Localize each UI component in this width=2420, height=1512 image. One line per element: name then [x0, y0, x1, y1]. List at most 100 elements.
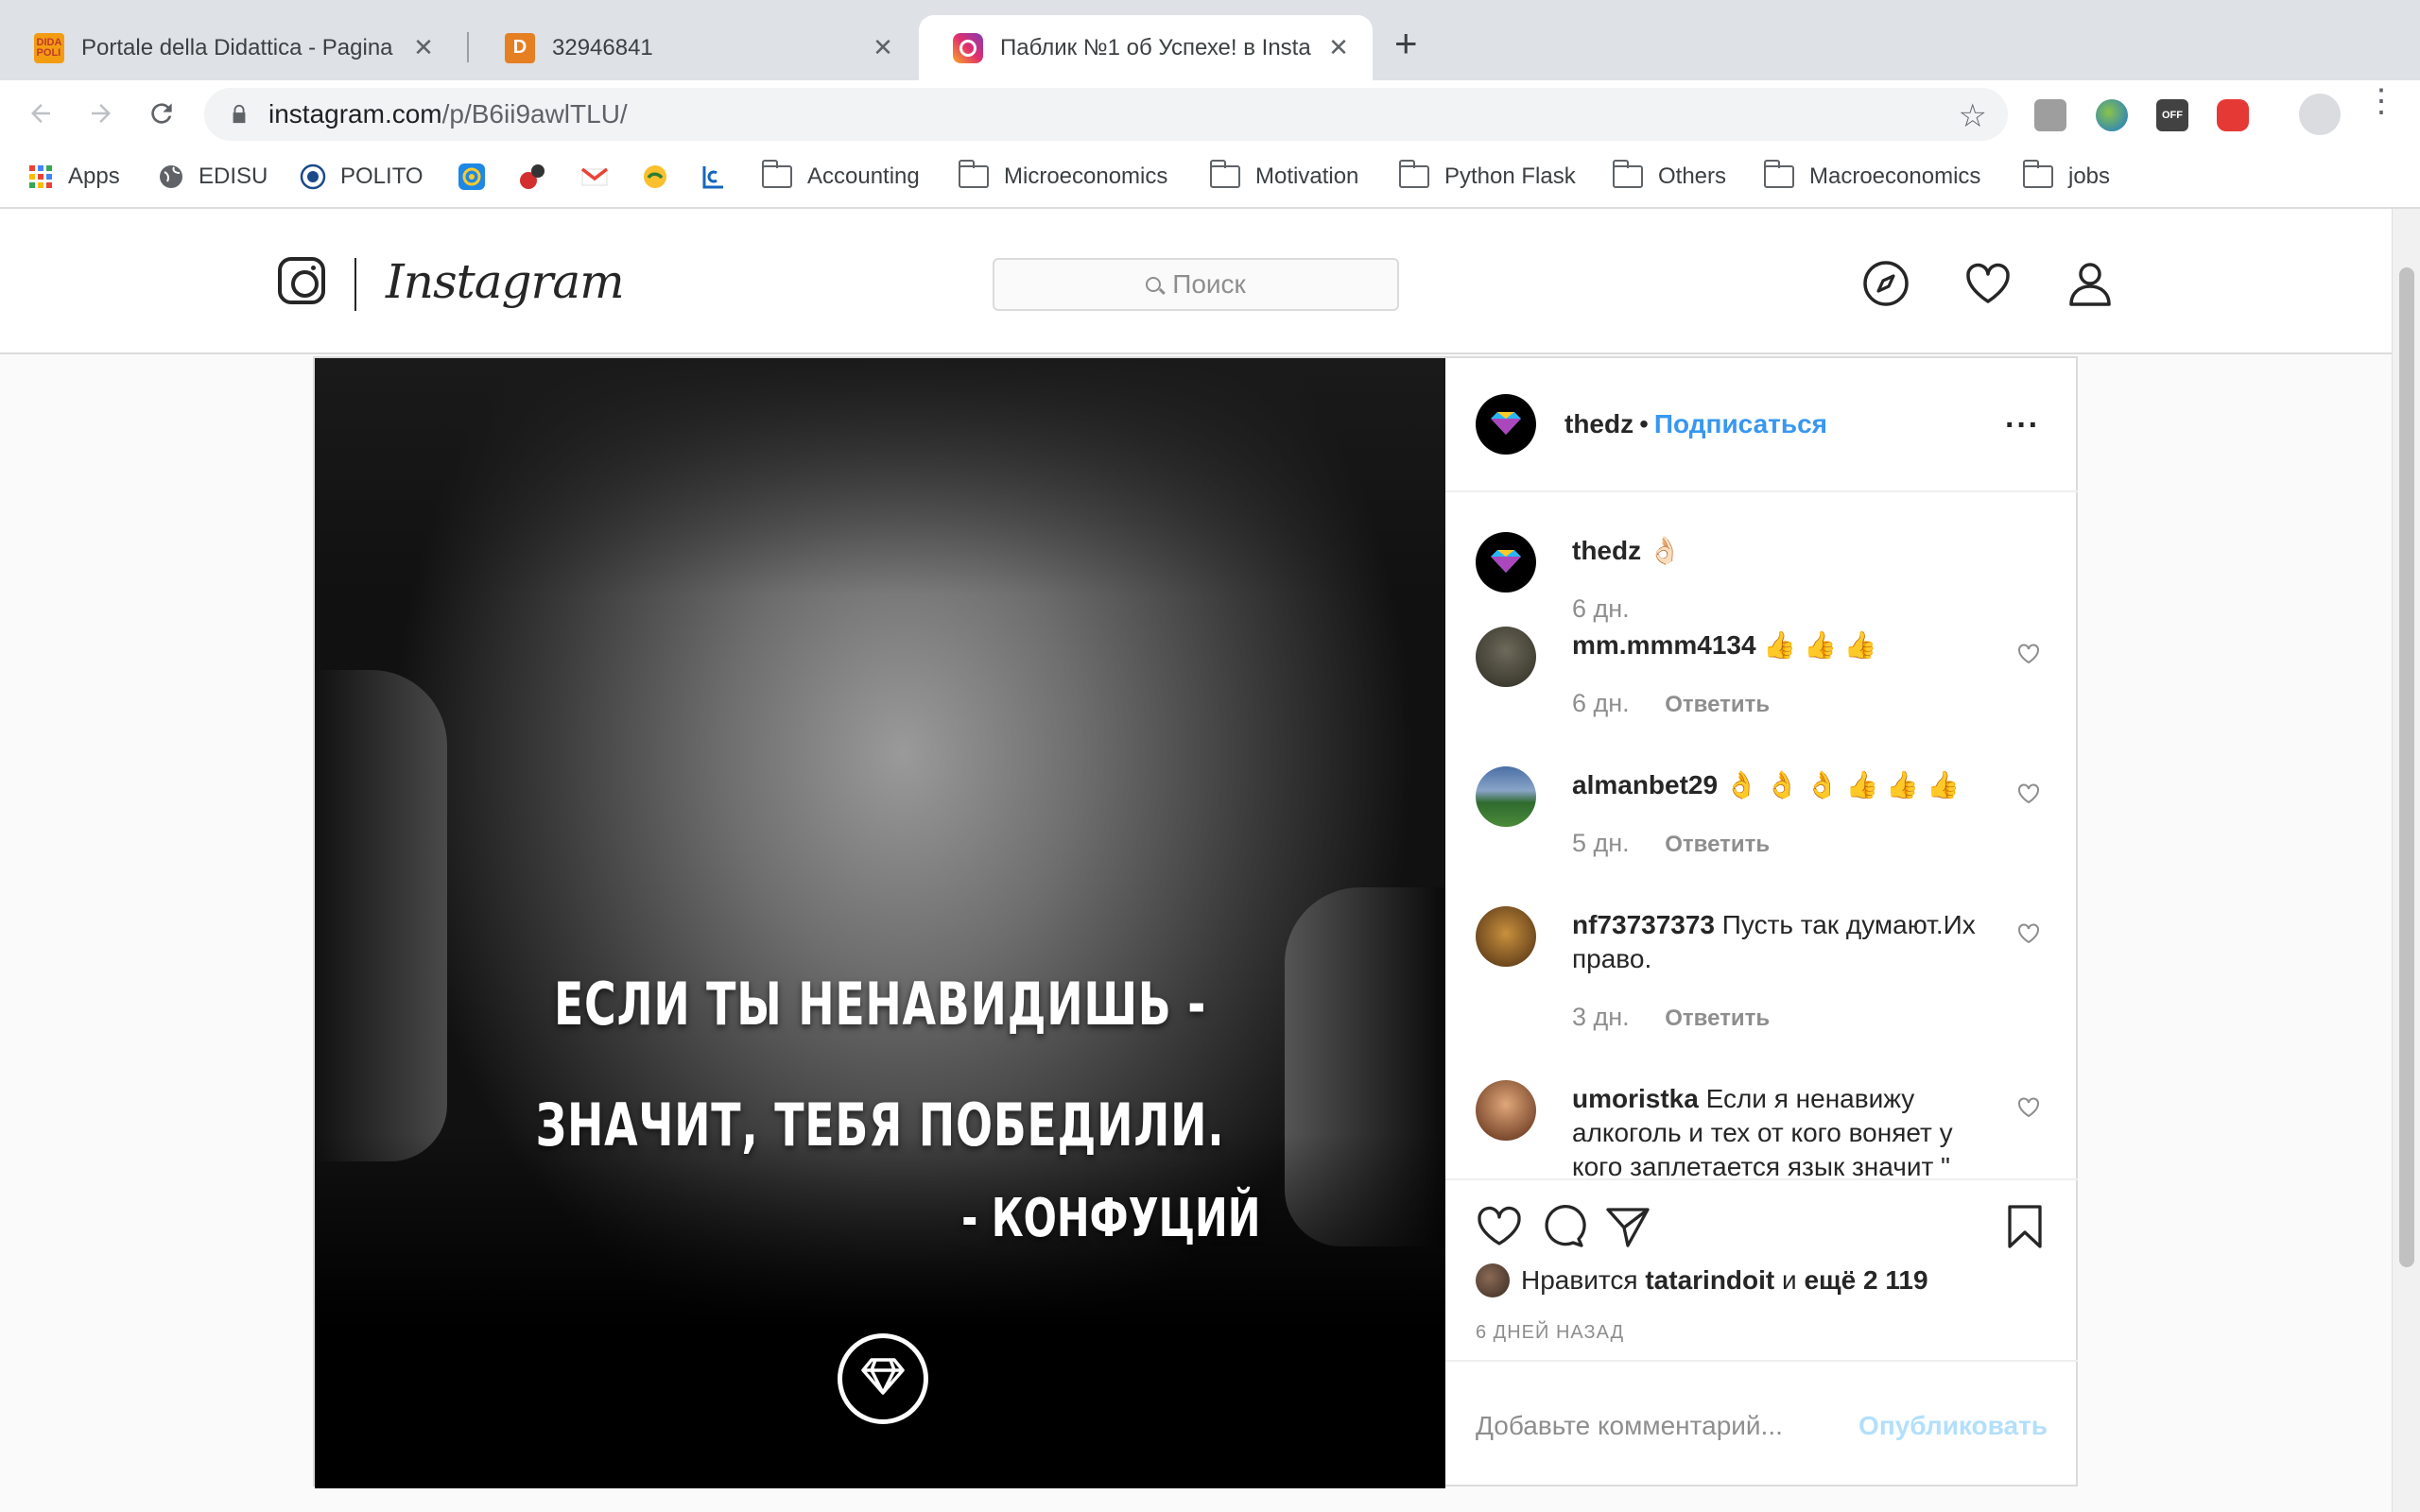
likes-summary: Нравится tatarindoit и ещё 2 119: [1476, 1263, 1928, 1297]
comment-username[interactable]: nf73737373: [1572, 910, 1715, 939]
photo-shading: [315, 1133, 1445, 1488]
bookmark-polito[interactable]: POLITO: [299, 160, 424, 194]
avatar[interactable]: [1476, 1080, 1536, 1141]
close-icon[interactable]: ✕: [1323, 33, 1354, 62]
post-timestamp[interactable]: 6 ДНЕЙ НАЗАД: [1476, 1322, 1624, 1344]
avatar[interactable]: [1476, 394, 1536, 455]
comment-item: nf73737373 Пусть так думают.Их право. 3 …: [1476, 906, 2062, 1076]
comment-username[interactable]: thedz: [1572, 536, 1641, 565]
comment-time[interactable]: 5 дн.: [1572, 829, 1630, 857]
comment-meta: 3 дн. Ответить: [1572, 1003, 1770, 1032]
comment-time[interactable]: 3 дн.: [1572, 1003, 1630, 1031]
compass-icon[interactable]: [1860, 258, 1911, 309]
like-comment-icon[interactable]: [2016, 642, 2041, 666]
bookmark-folder-microeconomics[interactable]: Microeconomics: [958, 160, 1167, 194]
comment-input[interactable]: Добавьте комментарий...: [1476, 1411, 1858, 1441]
extension-globe-icon[interactable]: [2096, 99, 2128, 131]
comment-username[interactable]: mm.mmm4134: [1572, 630, 1756, 660]
comment-item: umoristka Если я ненавижу алкоголь и тех…: [1476, 1080, 2062, 1178]
comment-time[interactable]: 6 дн.: [1572, 689, 1630, 717]
extension-avatar-icon[interactable]: [2034, 99, 2066, 131]
comment-username[interactable]: umoristka: [1572, 1084, 1699, 1113]
comment-time[interactable]: 6 дн.: [1572, 594, 1630, 623]
like-comment-icon[interactable]: [2016, 921, 2041, 946]
close-icon[interactable]: ✕: [868, 33, 898, 62]
search-placeholder: Поиск: [1172, 269, 1246, 299]
bookmark-label: Motivation: [1255, 163, 1359, 189]
avatar[interactable]: [1476, 1263, 1510, 1297]
share-icon[interactable]: [1604, 1203, 1651, 1250]
logo-divider: [354, 258, 356, 311]
comment-body: 👌🏻: [1648, 536, 1682, 565]
comment-meta: 6 дн.: [1572, 594, 1630, 624]
scrollbar-thumb[interactable]: [2399, 267, 2414, 1267]
avatar[interactable]: [1476, 627, 1536, 687]
folder-icon: [1763, 160, 1794, 188]
bookmark-folder-macroeconomics[interactable]: Macroeconomics: [1763, 160, 1980, 194]
quote-line: ЗНАЧИТ, ТЕБЯ ПОБЕДИЛИ.: [535, 1091, 1225, 1160]
like-icon[interactable]: [1476, 1203, 1523, 1250]
avatar[interactable]: [1476, 532, 1536, 593]
globe-icon: [160, 165, 182, 188]
bookmark-folder-motivation[interactable]: Motivation: [1209, 160, 1359, 194]
tab-32946841[interactable]: D 32946841 ✕: [471, 15, 917, 80]
close-icon[interactable]: ✕: [408, 33, 439, 62]
save-bookmark-icon[interactable]: [2001, 1203, 2048, 1250]
bookmark-folder-accounting[interactable]: Accounting: [761, 160, 920, 194]
post-actions: Нравится tatarindoit и ещё 2 119 6 ДНЕЙ …: [1445, 1178, 2078, 1488]
back-button[interactable]: [19, 92, 62, 135]
address-bar[interactable]: instagram.com/p/B6ii9awlTLU/ ☆: [204, 88, 2008, 141]
reply-button[interactable]: Ответить: [1665, 832, 1770, 857]
avatar[interactable]: [1476, 766, 1536, 827]
post-author[interactable]: thedz: [1564, 409, 1634, 439]
bookmark-folder-python-flask[interactable]: Python Flask: [1398, 160, 1576, 194]
comments-list[interactable]: thedz 👌🏻 6 дн. mm.mmm4134 👍 👍 👍 6 дн. От…: [1445, 492, 2078, 1178]
forward-button[interactable]: [79, 92, 123, 135]
extension-off-icon[interactable]: OFF: [2156, 99, 2188, 131]
page-scrollbar[interactable]: [2392, 209, 2420, 1512]
bookmark-folder-others[interactable]: Others: [1612, 160, 1726, 194]
instagram-wordmark[interactable]: Instagram: [386, 254, 625, 309]
like-comment-icon[interactable]: [2016, 1095, 2041, 1120]
quote-line: ЕСЛИ ТЫ НЕНАВИДИШЬ -: [553, 970, 1207, 1039]
bookmark-apps[interactable]: Apps: [26, 160, 120, 194]
reply-button[interactable]: Ответить: [1665, 692, 1770, 717]
bookmark-antivirus[interactable]: [518, 160, 560, 194]
likes-user[interactable]: tatarindoit: [1645, 1265, 1774, 1296]
publish-button[interactable]: Опубликовать: [1858, 1411, 2048, 1441]
bookmark-edisu[interactable]: EDISU: [157, 160, 268, 194]
tab-separator: [467, 32, 469, 62]
bookmark-c-bracket[interactable]: [700, 160, 741, 194]
search-input[interactable]: Поиск: [993, 258, 1399, 311]
follow-button[interactable]: Подписаться: [1654, 409, 1827, 439]
bookmark-gmail[interactable]: [580, 160, 622, 194]
reload-button[interactable]: [140, 92, 183, 135]
avatar[interactable]: [1476, 906, 1536, 967]
more-options-icon[interactable]: ···: [2005, 407, 2040, 444]
instagram-camera-icon[interactable]: [278, 257, 325, 304]
quote-author: - КОНФУЦИЙ: [960, 1188, 1260, 1249]
photo-shading: [315, 358, 1445, 594]
profile-avatar-icon[interactable]: [2299, 94, 2341, 135]
like-comment-icon[interactable]: [2016, 782, 2041, 806]
tab-instagram[interactable]: Паблик №1 об Успехе! в Insta ✕: [919, 15, 1373, 80]
comment-username[interactable]: almanbet29: [1572, 770, 1718, 799]
bookmark-star-icon[interactable]: ☆: [1959, 97, 1987, 135]
bookmark-currency[interactable]: [641, 160, 683, 194]
polito-seal-icon: [300, 163, 326, 190]
reply-button[interactable]: Ответить: [1665, 1005, 1770, 1031]
bookmark-folder-jobs[interactable]: jobs: [2022, 160, 2111, 194]
comment-icon[interactable]: [1540, 1203, 1587, 1250]
adblock-icon[interactable]: [2217, 99, 2249, 131]
separator-dot: •: [1639, 409, 1649, 438]
likes-count-link[interactable]: ещё 2 119: [1804, 1265, 1927, 1296]
profile-icon[interactable]: [2065, 258, 2116, 309]
bookmark-mail[interactable]: [458, 160, 499, 194]
chrome-menu-icon[interactable]: ⋮: [2365, 85, 2397, 117]
tab-portale-didattica[interactable]: DIDA POLI Portale della Didattica - Pagin…: [0, 15, 458, 80]
bookmark-label: Python Flask: [1444, 163, 1576, 189]
bookmark-label: jobs: [2068, 163, 2111, 189]
post-photo[interactable]: ЕСЛИ ТЫ НЕНАВИДИШЬ - ЗНАЧИТ, ТЕБЯ ПОБЕДИ…: [315, 358, 1445, 1488]
heart-icon[interactable]: [1962, 258, 2014, 309]
new-tab-button[interactable]: +: [1394, 21, 1418, 66]
